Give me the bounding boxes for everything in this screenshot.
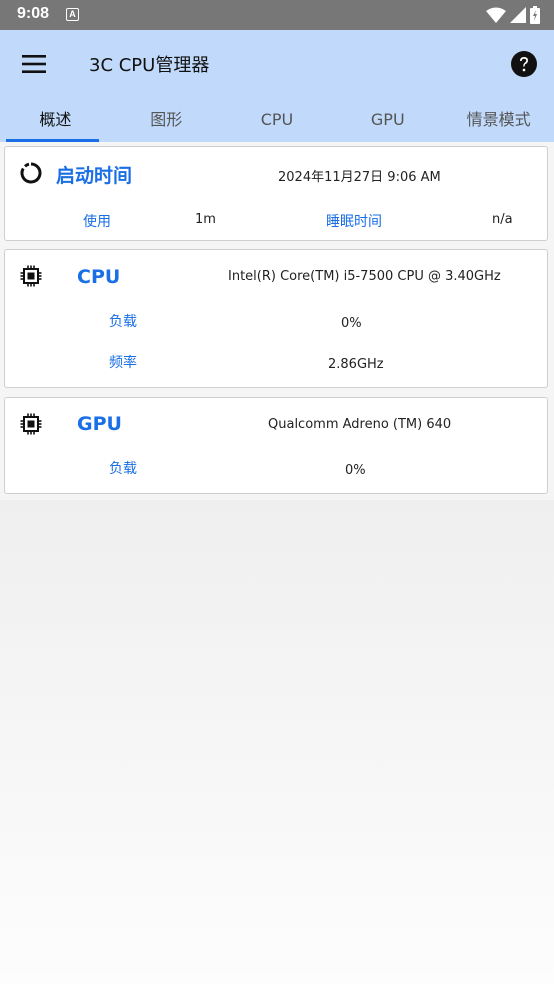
tab-bar: 概述 图形 CPU GPU 情景模式 bbox=[0, 98, 554, 142]
cpu-title: CPU bbox=[77, 266, 121, 288]
status-icons bbox=[486, 6, 540, 24]
uptime-title: 启动时间 bbox=[56, 165, 133, 187]
chip-icon bbox=[20, 413, 42, 435]
help-icon[interactable] bbox=[510, 50, 538, 78]
wifi-icon bbox=[486, 7, 506, 23]
menu-icon[interactable] bbox=[20, 50, 48, 78]
app-bar: 3C CPU管理器 bbox=[0, 30, 554, 98]
uptime-circle-icon bbox=[20, 162, 42, 184]
gpu-model-value: Qualcomm Adreno (TM) 640 bbox=[268, 417, 452, 432]
signal-icon bbox=[510, 7, 526, 23]
tab-profiles[interactable]: 情景模式 bbox=[443, 98, 554, 142]
cpu-load-label: 负载 bbox=[109, 314, 137, 330]
cpu-freq-value: 2.86GHz bbox=[328, 357, 384, 372]
uptime-card: 启动时间 2024年11月27日 9:06 AM 使用 1m 睡眠时间 n/a bbox=[4, 146, 548, 241]
gpu-load-value: 0% bbox=[345, 463, 366, 478]
cpu-load-value: 0% bbox=[341, 316, 362, 331]
cpu-freq-label: 频率 bbox=[109, 355, 137, 371]
tab-overview[interactable]: 概述 bbox=[0, 98, 111, 142]
chip-icon bbox=[20, 265, 42, 287]
cpu-card: CPU Intel(R) Core(TM) i5-7500 CPU @ 3.40… bbox=[4, 249, 548, 388]
sleep-label: 睡眠时间 bbox=[326, 214, 382, 230]
boot-time-value: 2024年11月27日 9:06 AM bbox=[278, 170, 441, 185]
usage-value: 1m bbox=[195, 212, 216, 227]
tab-cpu[interactable]: CPU bbox=[222, 98, 333, 142]
app-title: 3C CPU管理器 bbox=[89, 55, 210, 76]
gpu-card: GPU Qualcomm Adreno (TM) 640 负载 0% bbox=[4, 397, 548, 494]
tab-gpu[interactable]: GPU bbox=[332, 98, 443, 142]
battery-icon bbox=[530, 6, 540, 24]
gpu-load-label: 负载 bbox=[109, 461, 137, 477]
empty-content-area bbox=[0, 500, 554, 984]
usage-label: 使用 bbox=[83, 214, 111, 230]
sleep-value: n/a bbox=[492, 212, 513, 227]
cpu-model-value: Intel(R) Core(TM) i5-7500 CPU @ 3.40GHz bbox=[228, 269, 501, 284]
status-time: 9:08 bbox=[17, 5, 50, 22]
status-bar: 9:08 A bbox=[0, 0, 554, 30]
notification-icon: A bbox=[66, 8, 79, 21]
gpu-title: GPU bbox=[77, 413, 122, 435]
tab-graphics[interactable]: 图形 bbox=[111, 98, 222, 142]
